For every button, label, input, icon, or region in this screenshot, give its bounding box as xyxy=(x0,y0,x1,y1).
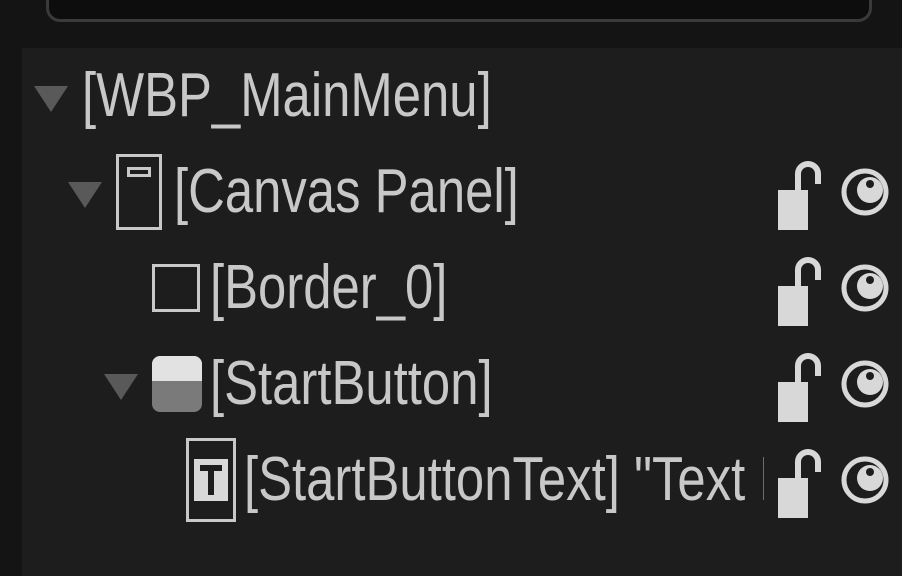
tree-item-label: [WBP_MainMenu] xyxy=(82,61,492,130)
tree-row-wbp-mainmenu[interactable]: [WBP_MainMenu] xyxy=(22,48,902,144)
visibility-eye-icon[interactable] xyxy=(840,240,890,336)
tree-row-startbuttontext[interactable]: [StartButtonText] "Text Block" xyxy=(22,432,902,528)
tree-item-label: [StartButtonText] "Text Block" xyxy=(244,445,764,514)
expand-arrow-icon[interactable] xyxy=(34,86,68,112)
visibility-eye-icon[interactable] xyxy=(840,432,890,528)
text-block-icon xyxy=(186,438,236,522)
visibility-eye-icon[interactable] xyxy=(840,144,890,240)
tree-row-border-0[interactable]: [Border_0] xyxy=(22,240,902,336)
expand-arrow-icon[interactable] xyxy=(68,182,102,208)
search-field[interactable] xyxy=(46,0,872,22)
tree-row-startbutton[interactable]: [StartButton] xyxy=(22,336,902,432)
lock-icon[interactable] xyxy=(776,432,824,528)
tree-row-canvas-panel[interactable]: [Canvas Panel] xyxy=(22,144,902,240)
tree-item-label: [Border_0] xyxy=(210,253,448,322)
tree-item-label: [StartButton] xyxy=(210,349,493,418)
lock-icon[interactable] xyxy=(776,240,824,336)
button-icon xyxy=(152,356,202,412)
border-icon xyxy=(152,264,200,312)
hierarchy-tree: [WBP_MainMenu] [Canvas Panel] [Border_0] xyxy=(22,48,902,576)
expand-arrow-icon[interactable] xyxy=(104,374,138,400)
lock-icon[interactable] xyxy=(776,336,824,432)
visibility-eye-icon[interactable] xyxy=(840,336,890,432)
label-clip: [StartButtonText] "Text Block" xyxy=(244,432,764,528)
lock-icon[interactable] xyxy=(776,144,824,240)
widget-hierarchy-window: [WBP_MainMenu] [Canvas Panel] [Border_0] xyxy=(0,0,902,576)
canvas-panel-icon xyxy=(116,154,162,230)
tree-item-label: [Canvas Panel] xyxy=(174,157,519,226)
